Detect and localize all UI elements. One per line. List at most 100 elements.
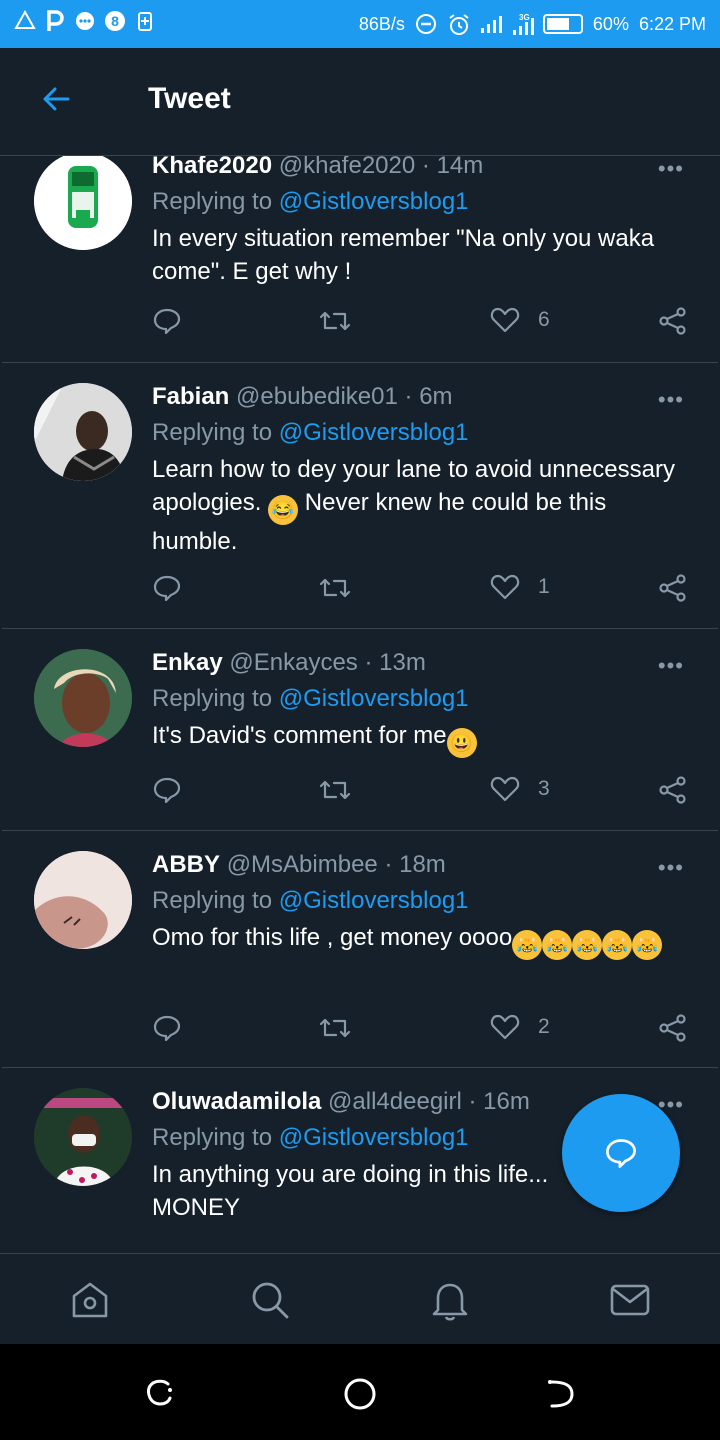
compose-reply-button[interactable] — [562, 1094, 680, 1212]
alarm-icon — [447, 13, 469, 35]
avatar[interactable] — [34, 383, 132, 481]
back-arrow-icon[interactable] — [38, 84, 78, 114]
display-name[interactable]: Enkay — [152, 649, 223, 676]
mention-link[interactable]: @Gistloversblog1 — [279, 887, 469, 914]
top-app-bar: Tweet — [0, 48, 720, 156]
more-options-icon[interactable]: ••• — [658, 855, 684, 881]
retweet-button[interactable] — [318, 306, 352, 336]
svg-text:8: 8 — [111, 13, 119, 29]
display-name[interactable]: ABBY — [152, 851, 220, 878]
tweet-header: ABBY @MsAbimbee · 18m — [152, 851, 688, 879]
like-button[interactable]: 6 — [490, 306, 550, 334]
avatar[interactable] — [34, 1088, 132, 1186]
tweet-text: Learn how to dey your lane to avoid unne… — [152, 453, 688, 558]
like-button[interactable]: 2 — [490, 1013, 550, 1041]
home-icon[interactable] — [66, 1276, 114, 1324]
display-name[interactable]: Fabian — [152, 383, 229, 410]
avatar[interactable] — [34, 156, 132, 250]
avatar[interactable] — [34, 851, 132, 949]
crying-laughing-cat-emoji-icon: 😹 — [632, 930, 663, 960]
like-count: 6 — [538, 308, 550, 331]
signal-icon — [479, 13, 502, 35]
separator: · — [421, 156, 430, 179]
separator: · — [468, 1088, 477, 1115]
search-icon[interactable] — [246, 1276, 294, 1324]
more-options-icon[interactable]: ••• — [658, 653, 684, 679]
reply-button[interactable] — [152, 775, 182, 805]
share-button[interactable] — [658, 573, 688, 603]
share-icon — [659, 307, 686, 335]
status-right: 86B/s 3G 60% 6:22 PM — [359, 13, 706, 35]
display-name[interactable]: Oluwadamilola — [152, 1088, 321, 1115]
grinning-emoji-icon: 😃 — [446, 728, 477, 758]
parking-icon — [44, 10, 66, 32]
crying-laughing-cat-emoji-icon: 😹 — [542, 930, 573, 960]
share-button[interactable] — [658, 306, 688, 336]
bottom-navigation — [0, 1253, 720, 1344]
signal-3g-icon: 3G — [511, 13, 534, 35]
storage-icon — [134, 10, 156, 32]
retweet-button[interactable] — [318, 775, 352, 805]
tweet-text: Omo for this life , get money oooo 😹 😹 😹 😹 😹 — [152, 921, 688, 960]
tweet[interactable]: Enkay @Enkayces · 13m Replying to @Gistl… — [2, 629, 718, 831]
reply-button[interactable] — [152, 1013, 182, 1043]
more-options-icon[interactable]: ••• — [658, 387, 684, 413]
replying-to: Replying to @Gistloversblog1 — [152, 419, 688, 447]
replying-to: Replying to @Gistloversblog1 — [152, 685, 688, 713]
messages-envelope-icon[interactable] — [606, 1276, 654, 1324]
mention-link[interactable]: @Gistloversblog1 — [279, 1124, 469, 1151]
like-button[interactable]: 3 — [490, 775, 550, 803]
separator: · — [404, 383, 413, 410]
battery-icon — [542, 14, 583, 34]
battery-percent: 60% — [592, 13, 629, 34]
recent-apps-icon[interactable] — [140, 1374, 180, 1414]
reply-icon — [153, 1015, 181, 1042]
clock: 6:22 PM — [638, 13, 706, 34]
system-navigation-bar — [0, 1344, 720, 1440]
share-button[interactable] — [658, 1013, 688, 1043]
retweet-button[interactable] — [318, 573, 352, 603]
crying-laughing-cat-emoji-icon: 😹 — [602, 930, 633, 960]
app-icon: 8 — [104, 10, 126, 32]
display-name[interactable]: Khafe2020 — [152, 156, 272, 179]
page-title: Tweet — [148, 82, 231, 115]
tweet[interactable]: Khafe2020 @khafe2020 · 14m Replying to @… — [2, 156, 718, 363]
share-icon — [659, 574, 686, 602]
timestamp: 18m — [399, 851, 446, 878]
separator: · — [364, 649, 373, 676]
tweet[interactable]: Fabian @ebubedike01 · 6m Replying to @Gi… — [2, 363, 718, 629]
heart-icon — [490, 776, 520, 802]
tweet-text: In every situation remember "Na only you… — [152, 225, 655, 285]
replying-to: Replying to @Gistloversblog1 — [152, 887, 688, 915]
tweet-actions: 3 — [152, 775, 688, 811]
user-handle: @ebubedike01 — [236, 383, 398, 410]
mention-link[interactable]: @Gistloversblog1 — [279, 419, 469, 446]
like-button[interactable]: 1 — [490, 573, 550, 601]
replying-prefix: Replying to — [152, 1124, 279, 1151]
tweet-text-part: Omo for this life , get money oooo — [152, 924, 513, 951]
avatar[interactable] — [34, 649, 132, 747]
reply-button[interactable] — [152, 573, 182, 603]
user-handle: @all4deegirl — [328, 1088, 462, 1115]
tweet-actions: 6 — [152, 306, 688, 342]
tweet-text: It's David's comment for me 😃 — [152, 719, 688, 758]
reply-button[interactable] — [152, 306, 182, 336]
tweet-header: Khafe2020 @khafe2020 · 14m — [152, 156, 688, 180]
replying-prefix: Replying to — [152, 685, 279, 712]
retweet-icon — [319, 578, 351, 598]
more-options-icon[interactable]: ••• — [658, 156, 684, 182]
home-circle-icon[interactable] — [340, 1374, 380, 1414]
mention-link[interactable]: @Gistloversblog1 — [279, 685, 469, 712]
reply-list[interactable]: Khafe2020 @khafe2020 · 14m Replying to @… — [0, 156, 720, 1253]
mention-link[interactable]: @Gistloversblog1 — [279, 188, 469, 215]
timestamp: 14m — [436, 156, 484, 179]
tweet-header: Enkay @Enkayces · 13m — [152, 649, 688, 677]
notifications-bell-icon[interactable] — [426, 1276, 474, 1324]
tweet[interactable]: ABBY @MsAbimbee · 18m Replying to @Gistl… — [2, 831, 718, 1068]
retweet-icon — [319, 1018, 351, 1038]
do-not-disturb-icon — [415, 13, 437, 35]
like-count: 3 — [538, 777, 550, 800]
retweet-button[interactable] — [318, 1013, 352, 1043]
share-button[interactable] — [658, 775, 688, 805]
back-nav-icon[interactable] — [540, 1374, 580, 1414]
